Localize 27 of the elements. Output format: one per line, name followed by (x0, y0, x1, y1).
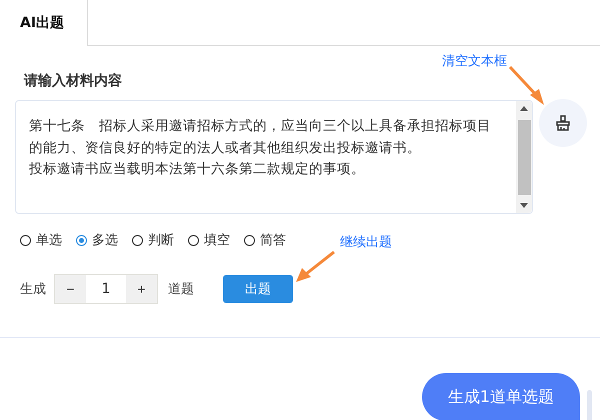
scrollbar[interactable] (516, 101, 532, 213)
unit-label: 道题 (168, 281, 194, 298)
generate-label: 生成 (20, 281, 46, 298)
material-text: 第十七条 招标人采用邀请招标方式的，应当向三个以上具备承担招标项目的能力、资信良好的特定的法人或者其他组织发出投标邀请书。 (29, 117, 492, 158)
decrement-button[interactable]: − (55, 275, 86, 303)
number-stepper[interactable]: − 1 + (54, 274, 158, 304)
material-text: 投标邀请书应当载明本法第十六条第二款规定的事项。 (29, 160, 366, 179)
generate-button[interactable]: 出题 (223, 275, 293, 303)
pointer-arrow (296, 250, 335, 282)
question-type-radio[interactable]: 填空 (188, 231, 230, 249)
down-arrow-icon[interactable] (520, 203, 528, 209)
question-type-radio[interactable]: 单选 (20, 231, 62, 249)
scrollbar[interactable] (587, 390, 592, 420)
tab[interactable]: AI出题 (0, 0, 88, 46)
section-heading: 请输入材料内容 (24, 72, 122, 91)
material-field[interactable]: 第十七条 招标人采用邀请招标方式的，应当向三个以上具备承担招标项目的能力、资信良好的特定的法人或者其他组织发出投标邀请书。 投标邀请书应当载明本法第十六条第二款规定的事项。 (15, 100, 533, 214)
question-type-radio[interactable]: 判断 (132, 231, 174, 249)
pointer-arrow (508, 66, 544, 105)
up-arrow-icon[interactable] (520, 105, 528, 111)
clear-button[interactable] (539, 99, 587, 147)
annotation-text: 继续出题 (340, 234, 392, 251)
question-type-radio[interactable]: 多选 (76, 231, 118, 249)
annotation-text: 清空文本框 (442, 53, 507, 70)
brush-icon (554, 114, 572, 132)
question-type-radio[interactable]: 简答 (244, 231, 286, 249)
increment-button[interactable]: + (126, 275, 157, 303)
chat-bubble: 生成1道单选题 (422, 373, 580, 420)
